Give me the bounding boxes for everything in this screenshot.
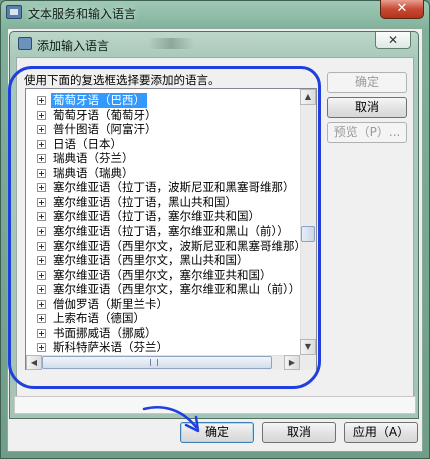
- vertical-scrollbar[interactable]: [300, 89, 316, 355]
- ok-button[interactable]: 确定: [180, 422, 254, 443]
- language-tree-item[interactable]: 上索布语（德国）: [28, 311, 298, 326]
- language-tree-item[interactable]: 葡萄牙语（巴西）: [28, 93, 298, 108]
- cancel-button[interactable]: 取消: [262, 422, 336, 443]
- language-item-label: 葡萄牙语（巴西）: [51, 93, 147, 108]
- scroll-right-button[interactable]: ▶: [284, 355, 300, 370]
- language-item-label: 葡萄牙语（葡萄牙）: [53, 108, 157, 122]
- language-item-label: 普什图语（阿富汗）: [53, 122, 157, 136]
- language-tree-item[interactable]: 普什图语（阿富汗）: [28, 122, 298, 137]
- language-tree-item[interactable]: 塞尔维亚语（西里尔文，波斯尼亚和黑塞哥维那）: [28, 239, 298, 254]
- language-item-label: 日语（日本）: [53, 137, 122, 151]
- dialog-close-button[interactable]: ✕: [375, 32, 411, 49]
- language-item-label: 塞尔维亚语（拉丁语，塞尔维亚共和国）: [53, 209, 260, 223]
- dialog-app-icon: [18, 37, 32, 50]
- outer-close-button[interactable]: ✕: [380, 0, 424, 19]
- language-tree-item[interactable]: 瑞典语（瑞典）: [28, 166, 298, 181]
- language-tree-item[interactable]: 僧伽罗语（斯里兰卡）: [28, 297, 298, 312]
- title-blur-smudge: [148, 38, 194, 49]
- language-item-label: 塞尔维亚语（西里尔文，黑山共和国）: [53, 253, 249, 267]
- scrollbar-corner: [300, 355, 316, 370]
- scroll-left-button[interactable]: ◀: [26, 355, 42, 370]
- language-tree-item[interactable]: 日语（日本）: [28, 137, 298, 152]
- language-item-label: 瑞典语（瑞典）: [53, 166, 134, 180]
- language-item-label: 僧伽罗语（斯里兰卡）: [53, 297, 168, 311]
- scroll-up-button[interactable]: ▲: [300, 89, 316, 105]
- language-tree-item[interactable]: 葡萄牙语（葡萄牙）: [28, 108, 298, 123]
- dialog-title: 添加输入语言: [37, 39, 110, 53]
- dialog-ok-button[interactable]: 确定: [327, 72, 407, 93]
- language-item-label: 塞尔维亚语（西里尔文，塞尔维亚共和国）: [53, 268, 272, 282]
- apply-button[interactable]: 应用（A）: [344, 422, 418, 443]
- window-app-icon: [6, 5, 22, 19]
- vertical-scroll-thumb[interactable]: [301, 226, 315, 242]
- language-tree-item[interactable]: 瑞典语（芬兰）: [28, 151, 298, 166]
- language-tree-item[interactable]: 塞尔维亚语（西里尔文，塞尔维亚共和国）: [28, 268, 298, 283]
- language-tree-item[interactable]: 塞尔维亚语（拉丁语，波斯尼亚和黑塞哥维那）: [28, 180, 298, 195]
- dialog-preview-button[interactable]: 预览（P）...: [327, 122, 407, 143]
- language-item-label: 斯科特萨米语（芬兰）: [53, 340, 168, 354]
- language-item-label: 塞尔维亚语（拉丁语，波斯尼亚和黑塞哥维那）: [53, 180, 295, 194]
- language-item-label: 塞尔维亚语（西里尔文，波斯尼亚和黑塞哥维那）: [53, 239, 298, 253]
- language-tree-item[interactable]: 塞尔维亚语（西里尔文，塞尔维亚和黑山（前））: [28, 282, 298, 297]
- dialog-cancel-button[interactable]: 取消: [327, 97, 407, 118]
- language-tree-item[interactable]: 塞尔维亚语（拉丁语，塞尔维亚和黑山（前））: [28, 224, 298, 239]
- language-item-label: 塞尔维亚语（西里尔文，塞尔维亚和黑山（前））: [53, 282, 298, 296]
- language-tree-item[interactable]: 斯科特萨米语（芬兰）: [28, 340, 298, 355]
- scroll-down-button[interactable]: ▼: [300, 339, 316, 355]
- language-tree-item[interactable]: 塞尔维亚语（拉丁语，塞尔维亚共和国）: [28, 209, 298, 224]
- instruction-text: 使用下面的复选框选择要添加的语言。: [24, 73, 220, 87]
- language-item-label: 书面挪威语（挪威）: [53, 326, 157, 340]
- scroll-grip-icon: [150, 359, 158, 366]
- language-item-label: 塞尔维亚语（拉丁语，塞尔维亚和黑山（前））: [53, 224, 289, 238]
- outer-list-strip: [14, 396, 416, 414]
- language-tree-item[interactable]: 塞尔维亚语（西里尔文，黑山共和国）: [28, 253, 298, 268]
- language-item-label: 瑞典语（芬兰）: [53, 151, 134, 165]
- language-item-label: 塞尔维亚语（拉丁语，黑山共和国）: [53, 195, 237, 209]
- outer-window-title: 文本服务和输入语言: [28, 7, 137, 21]
- language-item-label: 上索布语（德国）: [53, 311, 145, 325]
- language-tree-item[interactable]: 书面挪威语（挪威）: [28, 326, 298, 341]
- language-tree-item[interactable]: 塞尔维亚语（拉丁语，黑山共和国）: [28, 195, 298, 210]
